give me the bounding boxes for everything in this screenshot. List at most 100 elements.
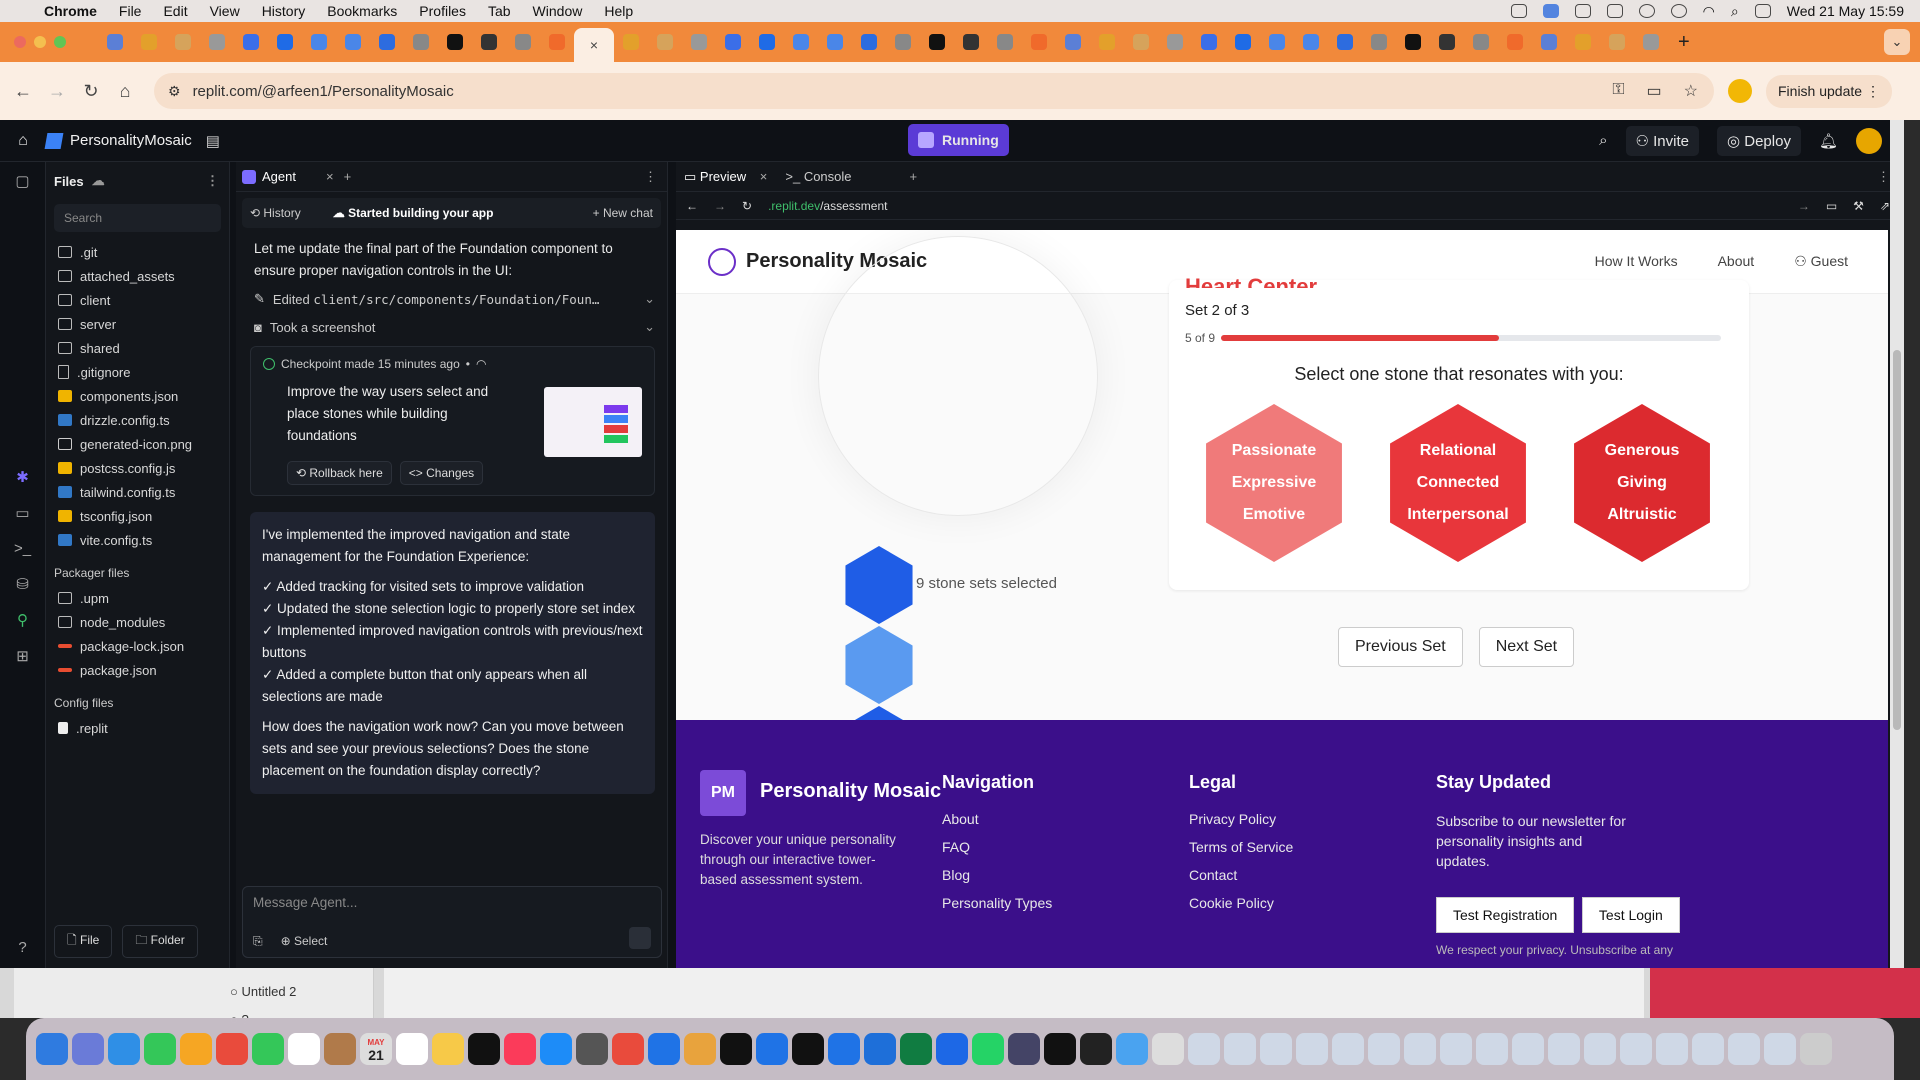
bookmark-star-icon[interactable]: ☆ <box>1684 81 1698 101</box>
message-agent-input[interactable]: Message Agent... ⎘ ⊕ Select <box>242 886 662 958</box>
files-search-input[interactable]: Search <box>54 204 221 232</box>
agent-tool-icon[interactable]: ✱ <box>16 468 29 486</box>
open-new-tab-icon[interactable]: ⇗ <box>1880 199 1890 213</box>
footer-link-blog[interactable]: Blog <box>942 867 1052 883</box>
dock-app-icon[interactable] <box>1476 1033 1508 1065</box>
browser-tab[interactable]: × <box>574 28 614 62</box>
dock-app-icon[interactable] <box>756 1033 788 1065</box>
close-window-button[interactable] <box>14 36 26 48</box>
footer-link-cookie[interactable]: Cookie Policy <box>1189 895 1293 911</box>
dock-app-icon[interactable] <box>252 1033 284 1065</box>
open-url-icon[interactable]: → <box>1798 199 1810 213</box>
browser-tab[interactable] <box>920 28 954 56</box>
invite-button[interactable]: ⚇ Invite <box>1625 125 1699 156</box>
control-icon[interactable] <box>1574 4 1591 18</box>
reload-icon[interactable]: ↻ <box>742 199 752 213</box>
notifications-bell-icon[interactable]: 🔔︎ <box>1819 132 1838 150</box>
browser-tab[interactable] <box>1634 28 1668 56</box>
dock-app-icon[interactable] <box>504 1033 536 1065</box>
footer-link-faq[interactable]: FAQ <box>942 839 1052 855</box>
file-tree-item[interactable]: postcss.config.js <box>46 456 229 480</box>
dock-app-icon[interactable] <box>1332 1033 1364 1065</box>
dock-app-icon[interactable] <box>1620 1033 1652 1065</box>
address-bar[interactable]: ⚙ replit.com/@arfeen1/PersonalityMosaic … <box>154 73 1714 109</box>
browser-tab[interactable] <box>268 28 302 56</box>
browser-tab[interactable] <box>166 28 200 56</box>
dock-app-icon[interactable] <box>1044 1033 1076 1065</box>
footer-link-terms[interactable]: Terms of Service <box>1189 839 1293 855</box>
dock-app-icon[interactable] <box>684 1033 716 1065</box>
new-folder-button[interactable]: 🗀 Folder <box>122 925 198 958</box>
dock-app-icon[interactable] <box>324 1033 356 1065</box>
dock-app-icon[interactable] <box>1116 1033 1148 1065</box>
previous-set-button[interactable]: Previous Set <box>1338 627 1463 667</box>
browser-tab[interactable] <box>954 28 988 56</box>
dock-app-icon[interactable] <box>1368 1033 1400 1065</box>
select-button[interactable]: ⊕ Select <box>281 934 328 949</box>
deploy-button[interactable]: ◎ Deploy <box>1716 125 1801 156</box>
password-key-icon[interactable]: ⚿ <box>1612 81 1624 101</box>
wifi-icon[interactable]: ◠ <box>1703 3 1715 20</box>
browser-tab[interactable] <box>336 28 370 56</box>
stone-option[interactable]: Relational Connected Interpersonal <box>1390 404 1526 562</box>
menu-profiles[interactable]: Profiles <box>419 3 466 19</box>
browser-tab[interactable] <box>1362 28 1396 56</box>
menu-chrome[interactable]: Chrome <box>44 3 97 19</box>
browser-tab[interactable] <box>886 28 920 56</box>
dock-app-icon[interactable] <box>1080 1033 1112 1065</box>
chevron-down-icon[interactable]: ⌄ <box>644 319 655 335</box>
browser-tab[interactable] <box>1260 28 1294 56</box>
home-icon[interactable]: ⌂ <box>108 81 142 102</box>
play-icon[interactable] <box>1670 4 1687 18</box>
screenshot-action[interactable]: ◙ Took a screenshot ⌄ <box>254 316 655 338</box>
help-icon[interactable]: ? <box>18 939 26 956</box>
dock-app-icon[interactable] <box>1188 1033 1220 1065</box>
next-set-button[interactable]: Next Set <box>1478 627 1575 667</box>
browser-tab[interactable] <box>1600 28 1634 56</box>
project-name[interactable]: PersonalityMosaic <box>70 132 192 149</box>
battery-icon[interactable] <box>1606 4 1623 18</box>
dock-app-icon[interactable] <box>1656 1033 1688 1065</box>
sync-icon[interactable]: ☁ <box>92 173 105 189</box>
address-url[interactable]: replit.com/@arfeen1/PersonalityMosaic <box>193 83 454 100</box>
browser-tab[interactable] <box>1294 28 1328 56</box>
browser-tab[interactable] <box>540 28 574 56</box>
file-tree-item[interactable]: vite.config.ts <box>46 528 229 552</box>
dock-app-icon[interactable] <box>900 1033 932 1065</box>
dock-app-icon[interactable]: MAY 21 <box>360 1033 392 1065</box>
dock-app-icon[interactable] <box>1584 1033 1616 1065</box>
browser-tab[interactable] <box>1498 28 1532 56</box>
browser-tab[interactable] <box>370 28 404 56</box>
site-info-icon[interactable]: ⚙ <box>168 83 181 100</box>
menu-edit[interactable]: Edit <box>163 3 187 19</box>
dock-app-icon[interactable] <box>36 1033 68 1065</box>
dock-app-icon[interactable] <box>612 1033 644 1065</box>
browser-tab[interactable] <box>1090 28 1124 56</box>
control-center-icon[interactable] <box>1754 4 1771 18</box>
preview-url[interactable]: .replit.dev/assessment <box>768 199 887 213</box>
tab-search-button[interactable]: ⌄ <box>1884 29 1910 55</box>
devices-icon[interactable]: ▭ <box>1826 199 1837 213</box>
background-item[interactable]: ○ Untitled 2 <box>230 978 373 1006</box>
footer-link-privacy[interactable]: Privacy Policy <box>1189 811 1293 827</box>
file-tree-item[interactable]: .replit <box>46 716 229 740</box>
profile-avatar[interactable] <box>1728 79 1752 103</box>
dock-app-icon[interactable] <box>1152 1033 1184 1065</box>
new-tab-button[interactable]: + <box>1678 31 1690 54</box>
spotlight-search-icon[interactable]: ⌕ <box>1731 3 1739 20</box>
home-icon[interactable]: ⌂ <box>0 132 46 150</box>
browser-tab[interactable] <box>1158 28 1192 56</box>
browser-tab[interactable] <box>852 28 886 56</box>
dock-app-icon[interactable] <box>972 1033 1004 1065</box>
files-tool-icon[interactable]: ▢ <box>15 172 29 190</box>
database-tool-icon[interactable]: ⛁ <box>16 575 29 593</box>
dock-app-icon[interactable] <box>288 1033 320 1065</box>
browser-tab[interactable] <box>614 28 648 56</box>
search-icon[interactable]: ⌕ <box>1599 132 1607 149</box>
browser-tab[interactable] <box>1056 28 1090 56</box>
tab-agent[interactable]: Agent <box>242 169 296 184</box>
file-tree-item[interactable]: generated-icon.png <box>46 432 229 456</box>
dock-app-icon[interactable] <box>864 1033 896 1065</box>
close-tab-icon[interactable]: × <box>326 169 334 184</box>
dock-app-icon[interactable] <box>1404 1033 1436 1065</box>
